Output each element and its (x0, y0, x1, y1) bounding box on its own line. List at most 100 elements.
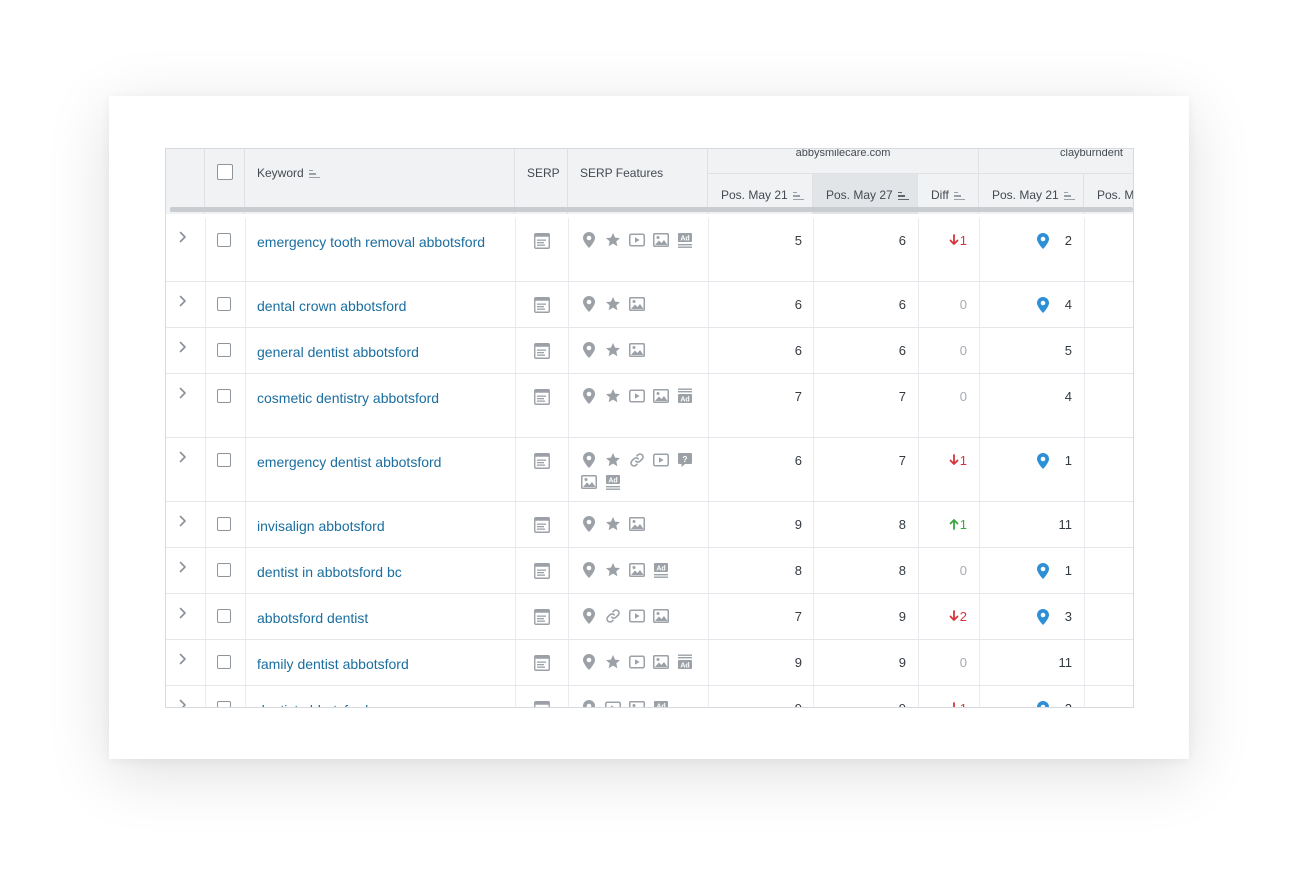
expand-chevron-icon[interactable] (178, 606, 188, 620)
column-divider (245, 502, 246, 547)
serp-snapshot-icon[interactable] (534, 453, 550, 469)
map-pin-icon (580, 387, 598, 405)
serp-header: SERP (515, 149, 568, 214)
serp-snapshot-icon[interactable] (534, 655, 550, 671)
star-icon (604, 295, 622, 313)
row-checkbox[interactable] (217, 453, 231, 467)
pos-may27-value: 7 (898, 453, 906, 468)
keyword-link[interactable]: dentist in abbotsford bc (257, 562, 497, 582)
serp-snapshot-icon[interactable] (534, 563, 550, 579)
ad-top-icon: Ad (652, 561, 670, 579)
column-divider (918, 218, 919, 281)
column-divider (205, 282, 206, 327)
sort-icon[interactable] (953, 190, 965, 201)
ad-top-icon: Ad (676, 231, 694, 249)
expand-chevron-icon[interactable] (178, 340, 188, 354)
row-checkbox[interactable] (217, 343, 231, 357)
star-icon (604, 451, 622, 469)
sort-icon[interactable] (897, 190, 909, 201)
link-icon (628, 451, 646, 469)
column-divider (979, 548, 980, 593)
expand-chevron-icon[interactable] (178, 294, 188, 308)
expand-chevron-icon[interactable] (178, 698, 188, 707)
row-checkbox[interactable] (217, 563, 231, 577)
diff-label: Diff (931, 188, 949, 202)
row-checkbox[interactable] (217, 609, 231, 623)
svg-text:Ad: Ad (680, 662, 689, 669)
keyword-link[interactable]: dentist abbotsford (257, 700, 497, 707)
table-row[interactable]: cosmetic dentistry abbotsford Ad 7 7 0 4 (166, 374, 1133, 438)
keyword-link[interactable]: abbotsford dentist (257, 608, 497, 628)
keyword-link[interactable]: cosmetic dentistry abbotsford (257, 388, 497, 408)
diff-number: 0 (959, 563, 967, 578)
expand-chevron-icon[interactable] (178, 652, 188, 666)
table-row[interactable]: dentist abbotsford Ad 9 9 1 2 (166, 686, 1133, 708)
column-divider (708, 218, 709, 281)
table-row[interactable]: abbotsford dentist 7 9 2 3 (166, 594, 1133, 640)
map-pin-icon (580, 231, 598, 249)
svg-text:Ad: Ad (680, 235, 689, 242)
row-checkbox[interactable] (217, 701, 231, 707)
serp-snapshot-icon[interactable] (534, 701, 550, 707)
diff-value: 0 (927, 563, 967, 578)
column-divider (568, 686, 569, 707)
sort-icon[interactable] (792, 190, 804, 201)
column-divider (708, 374, 709, 437)
serp-features (580, 295, 704, 313)
video-icon (628, 607, 646, 625)
serp-snapshot-icon[interactable] (534, 297, 550, 313)
horizontal-scrollbar[interactable] (170, 207, 1133, 212)
svg-text:Ad: Ad (656, 703, 665, 708)
select-all-header (205, 149, 245, 214)
row-checkbox[interactable] (217, 297, 231, 311)
table-row[interactable]: family dentist abbotsford Ad 9 9 0 11 (166, 640, 1133, 686)
row-checkbox[interactable] (217, 233, 231, 247)
table-row[interactable]: dental crown abbotsford 6 6 0 4 (166, 282, 1133, 328)
serp-snapshot-icon[interactable] (534, 517, 550, 533)
row-checkbox[interactable] (217, 517, 231, 531)
expand-chevron-icon[interactable] (178, 450, 188, 464)
column-divider (813, 218, 814, 281)
expand-chevron-icon[interactable] (178, 386, 188, 400)
competitor-pos-value: 2 (1064, 233, 1072, 248)
diff-value: 1 (927, 517, 967, 532)
keyword-link[interactable]: general dentist abbotsford (257, 342, 497, 362)
table-row[interactable]: general dentist abbotsford 6 6 0 5 (166, 328, 1133, 374)
column-divider (1084, 328, 1085, 373)
sort-icon[interactable] (308, 168, 320, 179)
serp-features (580, 607, 704, 625)
rankings-table: Keyword SERP SERP Features abbysmilecare… (165, 148, 1134, 708)
serp-snapshot-icon[interactable] (534, 343, 550, 359)
keyword-link[interactable]: emergency dentist abbotsford (257, 452, 497, 472)
keyword-link[interactable]: invisalign abbotsford (257, 516, 497, 536)
row-checkbox[interactable] (217, 655, 231, 669)
column-divider (245, 282, 246, 327)
keyword-link[interactable]: family dentist abbotsford (257, 654, 497, 674)
diff-number: 1 (959, 517, 967, 532)
keyword-header[interactable]: Keyword (245, 149, 515, 214)
diff-number: 0 (959, 389, 967, 404)
serp-snapshot-icon[interactable] (534, 233, 550, 249)
sort-icon[interactable] (1063, 190, 1075, 201)
row-checkbox[interactable] (217, 389, 231, 403)
video-icon (604, 699, 622, 707)
video-icon (628, 653, 646, 671)
serp-snapshot-icon[interactable] (534, 389, 550, 405)
expand-chevron-icon[interactable] (178, 230, 188, 244)
diff-number: 2 (959, 609, 967, 624)
column-divider (245, 640, 246, 685)
select-all-checkbox[interactable] (217, 164, 233, 180)
table-row[interactable]: emergency dentist abbotsford? Ad 6 7 1 1 (166, 438, 1133, 502)
table-row[interactable]: emergency tooth removal abbotsford Ad 5 6 1 2 (166, 218, 1133, 282)
table-row[interactable]: invisalign abbotsford 9 8 1 11 (166, 502, 1133, 548)
keyword-link[interactable]: dental crown abbotsford (257, 296, 497, 316)
column-divider (245, 594, 246, 639)
column-divider (245, 328, 246, 373)
expand-chevron-icon[interactable] (178, 514, 188, 528)
serp-snapshot-icon[interactable] (534, 609, 550, 625)
table-row[interactable]: dentist in abbotsford bc Ad 8 8 0 1 (166, 548, 1133, 594)
keyword-link[interactable]: emergency tooth removal abbotsford (257, 232, 497, 252)
column-divider (245, 374, 246, 437)
column-divider (918, 328, 919, 373)
expand-chevron-icon[interactable] (178, 560, 188, 574)
